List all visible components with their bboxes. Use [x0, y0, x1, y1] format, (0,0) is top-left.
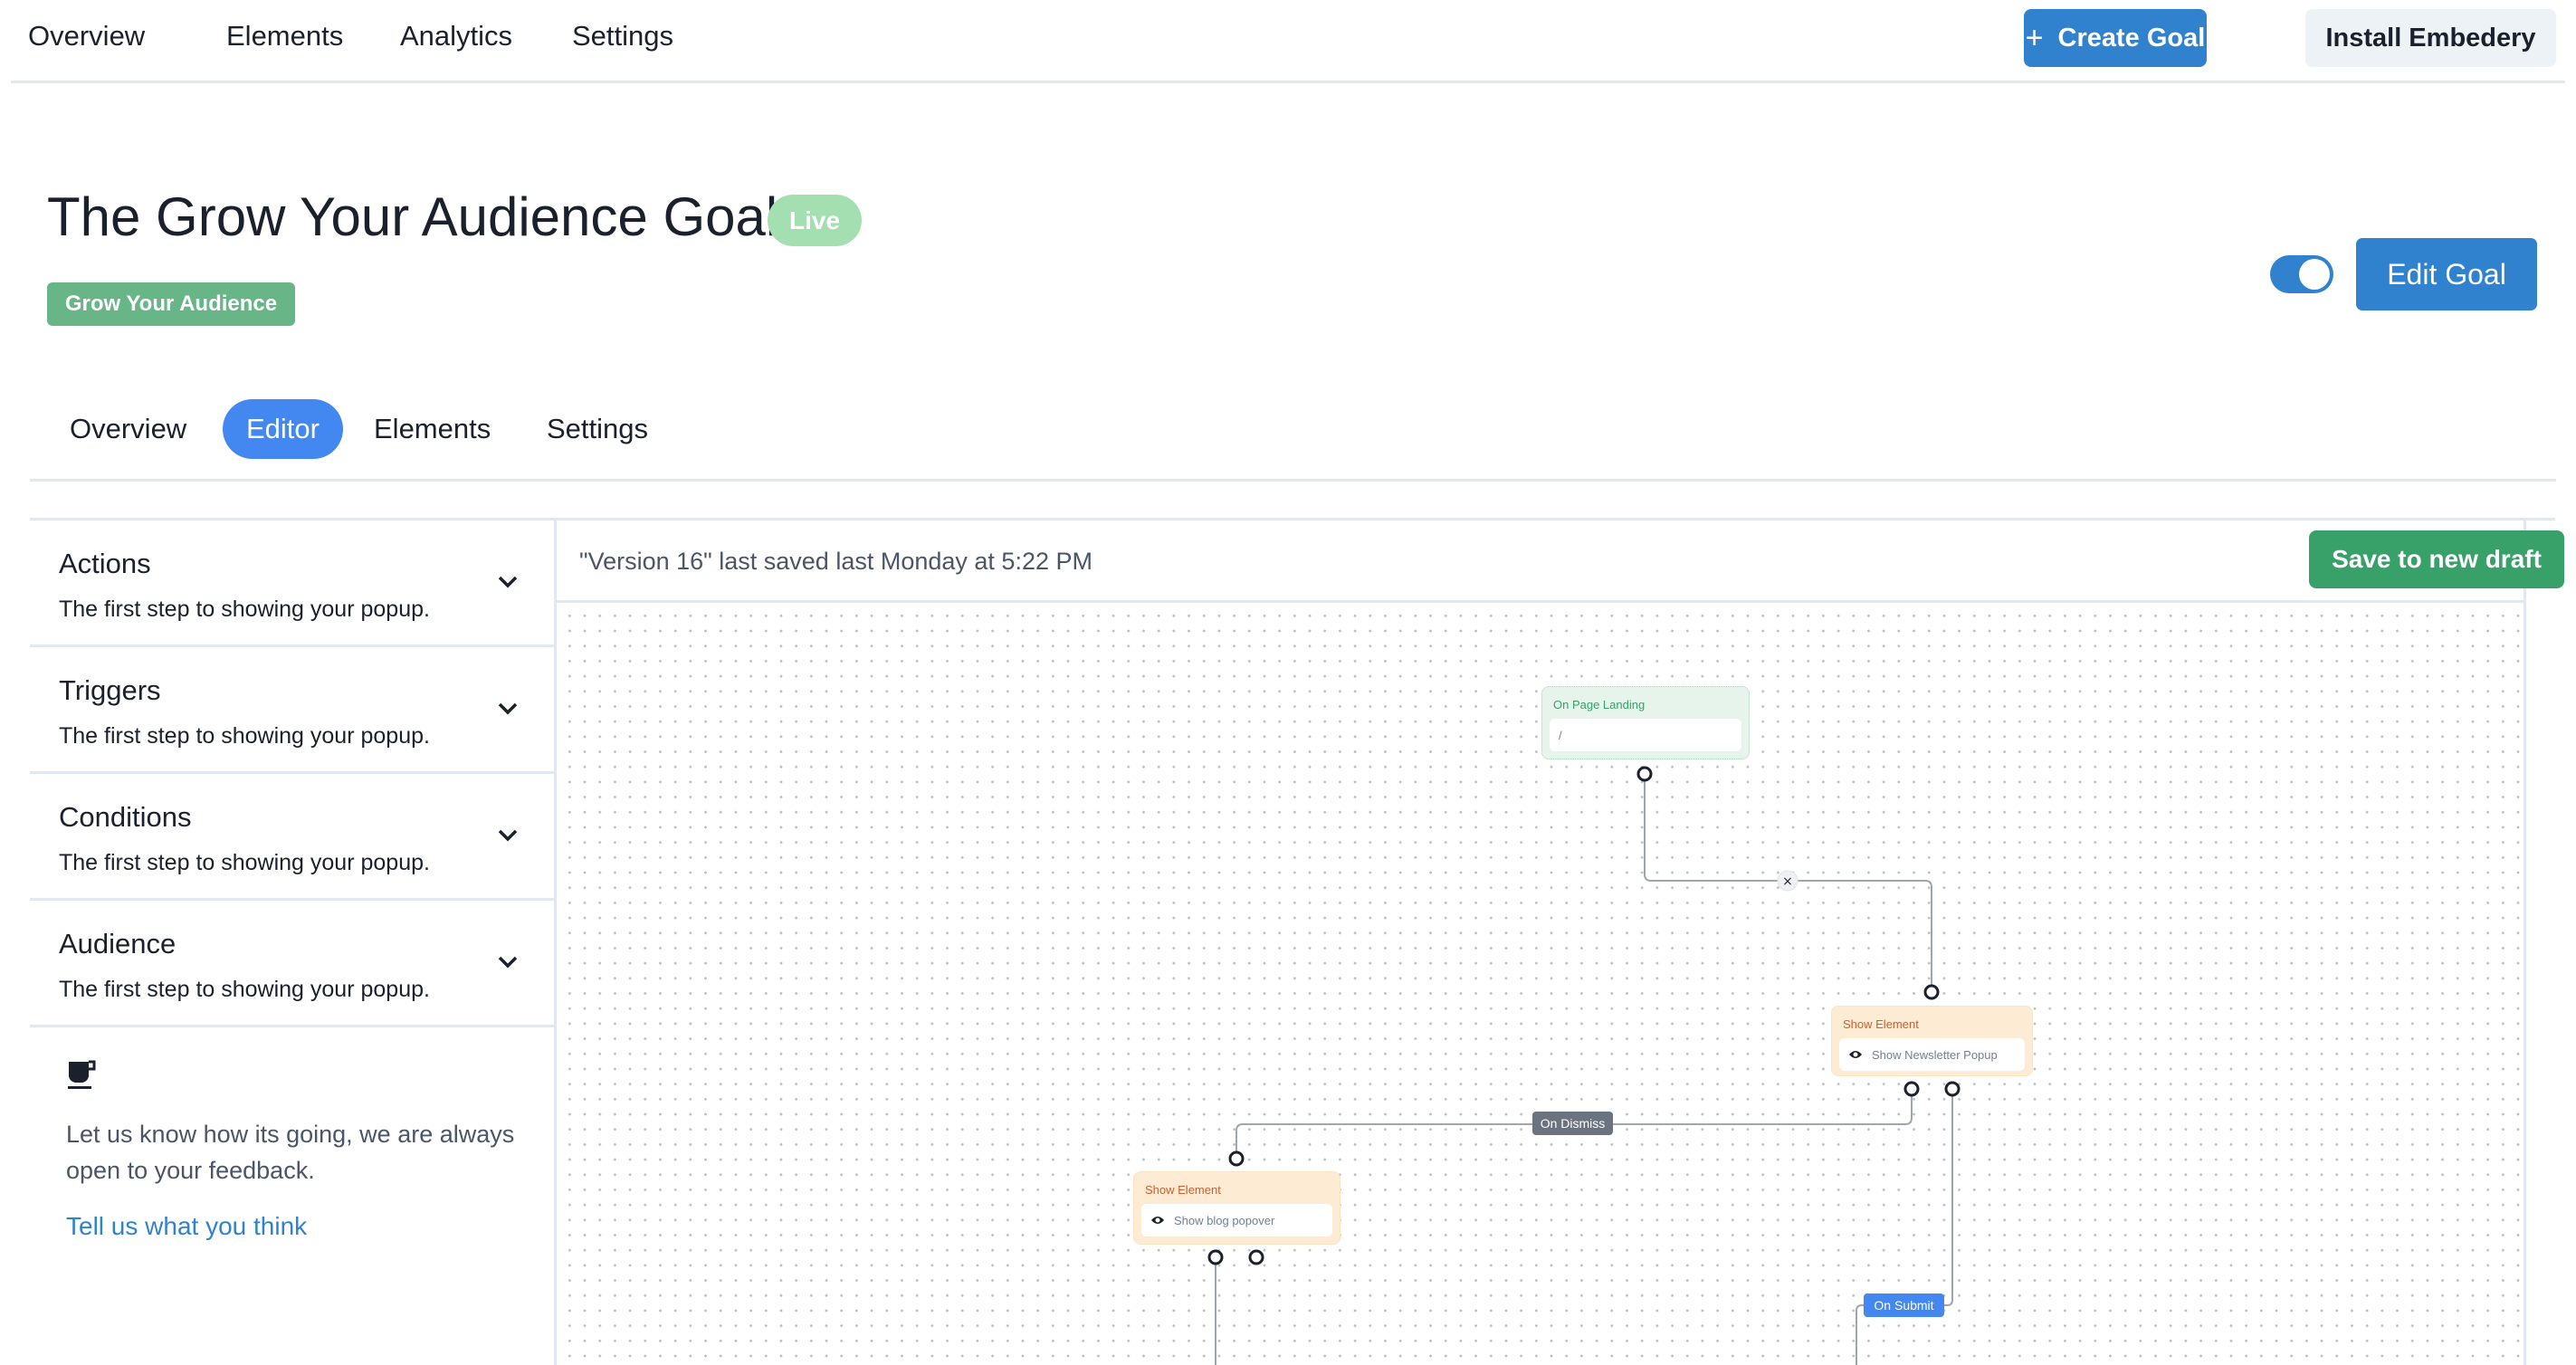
chevron-down-icon [498, 702, 518, 715]
flow-canvas[interactable] [557, 603, 2524, 1365]
sidebar-item-actions[interactable]: Actions The first step to showing your p… [30, 520, 554, 647]
top-nav: Overview Elements Analytics Settings + C… [11, 0, 2565, 83]
sidebar-item-desc: The first step to showing your popup. [59, 597, 430, 622]
coffee-cup-icon [68, 1060, 96, 1089]
node-handle[interactable] [1944, 1081, 1961, 1097]
edge-label-on-submit[interactable]: On Submit [1864, 1293, 1944, 1317]
nav-elements[interactable]: Elements [226, 20, 343, 52]
tab-editor[interactable]: Editor [223, 399, 343, 459]
nav-analytics[interactable]: Analytics [400, 20, 512, 52]
node-value: / [1550, 719, 1741, 751]
eye-icon [1849, 1051, 1862, 1058]
node-title: Show Element [1145, 1183, 1221, 1197]
sidebar-item-conditions[interactable]: Conditions The first step to showing you… [30, 774, 554, 901]
nav-overview[interactable]: Overview [28, 20, 145, 52]
sidebar-item-audience[interactable]: Audience The first step to showing your … [30, 901, 554, 1027]
page-title: The Grow Your Audience Goal [47, 186, 778, 247]
nav-settings[interactable]: Settings [572, 20, 673, 52]
remove-edge-button[interactable]: × [1777, 870, 1798, 892]
flow-editor: "Version 16" last saved last Monday at 5… [557, 520, 2564, 1365]
flow-node-trigger[interactable]: On Page Landing / [1541, 686, 1750, 759]
sidebar-item-label: Triggers [59, 674, 161, 706]
node-handle[interactable] [1636, 766, 1653, 782]
sidebar-item-label: Audience [59, 928, 177, 959]
goal-tabs: Overview Editor Elements Settings [30, 398, 2556, 482]
goal-enabled-toggle[interactable] [2270, 255, 2333, 293]
feedback-link[interactable]: Tell us what you think [66, 1212, 307, 1241]
tab-elements[interactable]: Elements [374, 399, 491, 459]
node-handle[interactable] [1248, 1249, 1264, 1265]
goal-tag: Grow Your Audience [47, 282, 295, 326]
node-handle[interactable] [1207, 1249, 1224, 1265]
save-draft-button[interactable]: Save to new draft [2309, 530, 2564, 588]
toggle-knob [2299, 259, 2330, 290]
plus-icon: + [2025, 21, 2044, 55]
edit-goal-button[interactable]: Edit Goal [2356, 238, 2537, 310]
sidebar-item-triggers[interactable]: Triggers The first step to showing your … [30, 647, 554, 774]
flow-node-show-element[interactable]: Show Element Show blog popover [1133, 1171, 1340, 1245]
eye-icon [1151, 1217, 1164, 1224]
close-icon: × [1782, 874, 1793, 889]
node-handle[interactable] [1903, 1081, 1920, 1097]
node-value-text: Show blog popover [1174, 1213, 1275, 1227]
feedback-text: Let us know how its going, we are always… [66, 1121, 515, 1184]
sidebar: Actions The first step to showing your p… [30, 520, 557, 1365]
node-title: Show Element [1843, 1017, 1919, 1031]
node-title: On Page Landing [1553, 698, 1646, 711]
sidebar-item-label: Conditions [59, 801, 192, 833]
create-goal-button[interactable]: + Create Goal [2024, 9, 2207, 67]
sidebar-item-label: Actions [59, 548, 151, 579]
chevron-down-icon [498, 576, 518, 588]
flow-node-show-element[interactable]: Show Element Show Newsletter Popup [1831, 1006, 2033, 1076]
tab-settings[interactable]: Settings [547, 399, 648, 459]
create-goal-label: Create Goal [2057, 23, 2206, 52]
sidebar-item-desc: The first step to showing your popup. [59, 723, 430, 749]
version-status: "Version 16" last saved last Monday at 5… [579, 548, 1092, 575]
node-value-text: / [1559, 728, 1562, 742]
tab-overview[interactable]: Overview [70, 399, 186, 459]
edge-label-on-dismiss[interactable]: On Dismiss [1532, 1112, 1613, 1135]
node-value: Show Newsletter Popup [1839, 1038, 2025, 1071]
chevron-down-icon [498, 956, 518, 969]
sidebar-item-desc: The first step to showing your popup. [59, 850, 430, 875]
sidebar-item-desc: The first step to showing your popup. [59, 977, 430, 1002]
node-handle[interactable] [1228, 1150, 1245, 1167]
install-embedery-button[interactable]: Install Embedery [2305, 9, 2556, 67]
node-value-text: Show Newsletter Popup [1872, 1047, 1998, 1062]
editor-toolbar: "Version 16" last saved last Monday at 5… [557, 520, 2564, 603]
node-handle[interactable] [1923, 984, 1940, 1000]
chevron-down-icon [498, 829, 518, 842]
status-badge: Live [768, 195, 862, 246]
node-value: Show blog popover [1141, 1204, 1332, 1236]
